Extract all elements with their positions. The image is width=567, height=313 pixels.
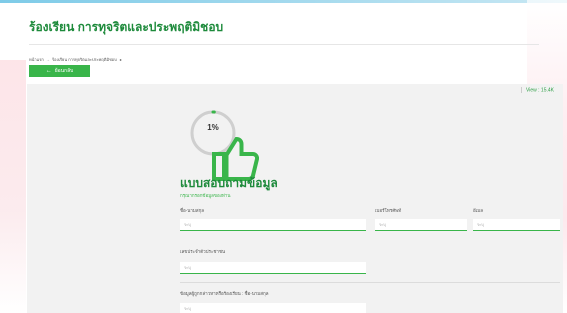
name-input[interactable] [180, 219, 366, 231]
name-label: ชื่อ-นามสกุล [180, 208, 205, 213]
top-accent-bar [0, 0, 567, 3]
form-title: แบบสอบถามข้อมูล [180, 176, 278, 190]
id-card-label: เลขประจำตัวประชาชน [180, 249, 226, 254]
view-count-label: View : 15.4K [526, 87, 554, 94]
breadcrumb-current: ร้องเรียน การทุจริตและประพฤติมิชอบ [52, 57, 117, 62]
email-input[interactable] [473, 219, 560, 231]
header-divider [29, 44, 539, 45]
arrow-left-icon: ← [45, 68, 52, 74]
back-button[interactable]: ← ย้อนกลับ [29, 65, 90, 77]
breadcrumb-home[interactable]: หน้าแรก [29, 57, 44, 62]
chevron-right-icon: ▸ [119, 57, 122, 62]
breadcrumb-separator-icon: → [45, 57, 50, 62]
progress-ring: 1% [188, 108, 259, 181]
email-label: อีเมล [473, 208, 483, 213]
id-card-input[interactable] [180, 262, 366, 274]
page-title: ร้องเรียน การทุจริตและประพฤติมิชอบ [29, 20, 224, 34]
section-divider [180, 282, 560, 283]
breadcrumb: หน้าแรก → ร้องเรียน การทุจริตและประพฤติม… [29, 56, 122, 63]
accused-name-label: ข้อมูลผู้ถูกกล่าวหาหรือร้องเรียน : ชื่อ-… [180, 291, 269, 296]
left-decoration [0, 60, 26, 313]
progress-percent: 1% [207, 123, 219, 132]
phone-label: เบอร์โทรศัพท์ [375, 208, 402, 213]
view-divider [521, 87, 523, 93]
back-button-label: ย้อนกลับ [54, 68, 74, 74]
form-card: View : 15.4K 1% แบบสอบถามข้อมูล กรุณากรอ… [27, 84, 563, 313]
form-subtitle: กรุณากรอกข้อมูลของท่าน [180, 193, 231, 198]
accused-name-input[interactable] [180, 303, 366, 313]
view-counter: View : 15.4K [521, 87, 554, 93]
phone-input[interactable] [375, 219, 467, 231]
